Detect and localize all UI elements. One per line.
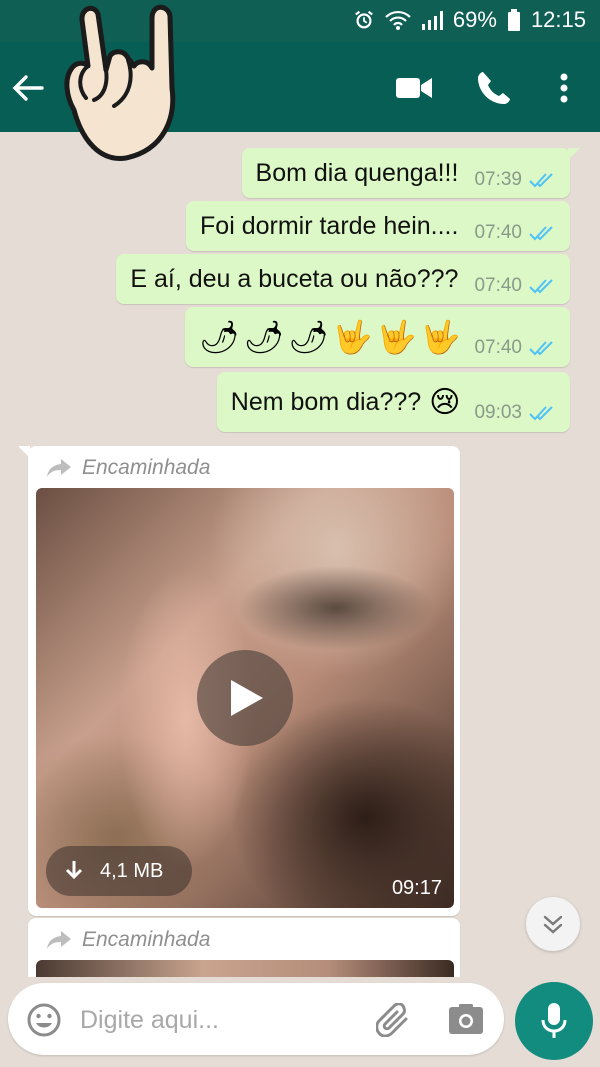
message-bubble[interactable]: Foi dormir tarde hein.... 07:40 [186, 201, 570, 251]
file-size: 4,1 MB [100, 859, 164, 882]
chili-pepper-emoji: 🌶 [243, 319, 285, 355]
attach-icon[interactable] [376, 1003, 414, 1037]
alarm-icon [354, 10, 373, 29]
forwarded-label: Encaminhada [46, 456, 210, 480]
back-arrow-icon[interactable] [10, 70, 46, 106]
video-thumbnail[interactable]: 4,1 MB 09:17 [36, 488, 454, 908]
scroll-down-button[interactable] [526, 897, 580, 951]
love-you-gesture-emoji: 🤟 [420, 319, 461, 355]
message-bubble[interactable]: Bom dia quenga!!! 07:39 [241, 148, 580, 198]
message-time: 07:40 [474, 222, 522, 243]
message-time: 09:03 [474, 402, 522, 423]
chili-pepper-emoji: 🌶 [199, 319, 240, 355]
forwarded-video-message[interactable]: Encaminhada 4,1 MB 09:17 [18, 446, 460, 916]
double-check-icon [529, 226, 553, 241]
message-text: Foi dormir tarde hein.... [200, 211, 459, 240]
video-thumbnail[interactable] [36, 960, 454, 977]
voice-call-icon[interactable] [474, 68, 514, 108]
battery-percent: 69% [452, 7, 497, 32]
chat-area[interactable]: Bom dia quenga!!! 07:39 Foi dormir tarde… [0, 132, 600, 977]
crying-face-emoji: 😢 [429, 385, 461, 419]
love-you-gesture-emoji: 🤟 [332, 319, 373, 355]
emoji-icon[interactable] [26, 1002, 62, 1038]
mic-button[interactable] [515, 982, 593, 1060]
battery-icon [507, 9, 520, 31]
forwarded-label: Encaminhada [46, 928, 210, 952]
forwarded-text: Encaminhada [82, 456, 211, 479]
message-bubble[interactable]: Nem bom dia??? 😢 09:03 [216, 372, 570, 432]
message-bubble[interactable]: E aí, deu a buceta ou não??? 07:40 [116, 254, 570, 304]
double-check-icon [529, 341, 553, 356]
message-text: Bom dia quenga!!! [255, 158, 459, 187]
clock: 12:15 [530, 7, 586, 32]
download-arrow-icon [65, 861, 83, 880]
download-button[interactable]: 4,1 MB [46, 846, 192, 896]
message-text: E aí, deu a buceta ou não??? [130, 264, 459, 293]
message-time: 07:39 [474, 169, 522, 190]
video-call-icon[interactable] [394, 68, 434, 108]
message-input-bar[interactable]: Digite aqui... [8, 983, 504, 1055]
message-bubble[interactable]: 🌶 🌶 🌶 🤟 🤟 🤟 07:40 [185, 307, 570, 367]
forwarded-text: Encaminhada [82, 928, 211, 951]
wifi-icon [385, 10, 411, 30]
double-check-icon [529, 173, 553, 188]
forward-arrow-icon [47, 459, 71, 477]
emoji-row: 🌶 🌶 🌶 🤟 🤟 🤟 [199, 318, 460, 356]
message-input[interactable]: Digite aqui... [80, 1006, 219, 1035]
hand-sticker-icon [64, 4, 176, 161]
message-text: Nem bom dia??? [230, 387, 422, 416]
double-chevron-down-icon [543, 915, 563, 934]
more-vert-icon[interactable] [544, 68, 584, 108]
double-check-icon [529, 406, 553, 421]
message-time: 07:40 [474, 275, 522, 296]
camera-icon[interactable] [448, 1003, 484, 1035]
love-you-gesture-emoji: 🤟 [376, 319, 417, 355]
microphone-icon [541, 1003, 567, 1038]
play-button[interactable] [197, 650, 293, 746]
signal-icon [421, 11, 443, 30]
message-time: 07:40 [474, 337, 522, 358]
forwarded-video-message[interactable]: Encaminhada [28, 918, 460, 977]
double-check-icon [529, 279, 553, 294]
play-icon [231, 680, 263, 716]
forward-arrow-icon [47, 931, 71, 949]
message-time: 09:17 [391, 877, 442, 899]
chili-pepper-emoji: 🌶 [288, 319, 329, 355]
